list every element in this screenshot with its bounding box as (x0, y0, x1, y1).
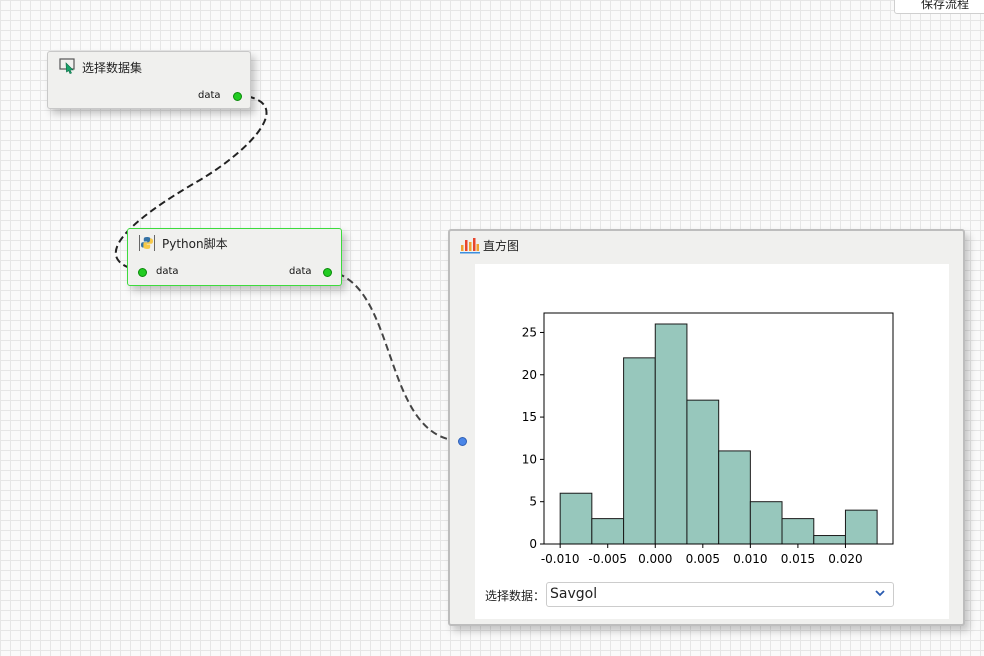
python-script-node[interactable]: Python脚本 data data (127, 228, 342, 286)
y-tick-label-1: 5 (529, 495, 537, 509)
x-tick-label-1: -0.005 (588, 552, 627, 566)
y-tick-label-2: 10 (522, 452, 537, 466)
node-title: 选择数据集 (82, 61, 143, 75)
histogram-bar-1 (591, 518, 625, 545)
x-tick-label-3: 0.005 (686, 552, 720, 566)
save-flow-button[interactable]: 保存流程 (894, 0, 984, 14)
y-tick-label-0: 0 (529, 537, 537, 551)
y-tick-label-3: 15 (522, 410, 537, 424)
histogram-bar-7 (781, 518, 815, 545)
cursor-select-icon (59, 58, 75, 74)
node-title: Python脚本 (162, 237, 228, 251)
histogram-bar-2 (623, 357, 656, 545)
histogram-bar-0 (559, 492, 593, 545)
bar-chart-icon (460, 238, 480, 254)
output-port-label: data (198, 90, 221, 101)
x-tick-label-6: 0.020 (828, 552, 862, 566)
select-data-dropdown[interactable]: Savgol (546, 582, 894, 607)
input-port-label: data (156, 266, 179, 277)
histogram-bar-4 (686, 399, 720, 545)
output-port[interactable] (323, 268, 332, 277)
output-port[interactable] (233, 92, 242, 101)
x-tick-label-2: 0.000 (638, 552, 672, 566)
python-icon (139, 235, 155, 251)
histogram-chart: 0 5 10 15 20 25 -0.010 -0.005 0.000 0.005 0.010 0.0… (522, 312, 894, 566)
x-tick-label-4: 0.010 (733, 552, 767, 566)
chevron-down-icon (875, 590, 885, 597)
histogram-node[interactable]: 直方图 0 5 10 15 20 25 -0.010 -0.005 0.000 0.005 0.01… (448, 229, 965, 626)
select-dataset-node[interactable]: 选择数据集 data (47, 51, 251, 109)
select-data-value: Savgol (550, 586, 598, 602)
histogram-bar-3 (654, 323, 688, 545)
histogram-plot-area: 0 5 10 15 20 25 -0.010 -0.005 0.000 0.005 0.010 0.0… (475, 264, 949, 619)
output-port-label: data (289, 266, 312, 277)
y-tick-label-4: 20 (522, 368, 537, 382)
histogram-bar-8 (813, 535, 846, 545)
x-tick-label-0: -0.010 (541, 552, 580, 566)
y-tick-label-5: 25 (522, 325, 537, 339)
histogram-input-port[interactable] (458, 437, 467, 446)
input-port[interactable] (138, 268, 147, 277)
histogram-bar-9 (844, 509, 878, 545)
node-title: 直方图 (483, 239, 520, 253)
edge-python-to-histogram[interactable] (326, 270, 463, 442)
select-data-label: 选择数据： (485, 589, 546, 603)
histogram-bar-5 (718, 450, 751, 545)
histogram-bar-6 (749, 501, 783, 545)
x-tick-label-5: 0.015 (781, 552, 815, 566)
